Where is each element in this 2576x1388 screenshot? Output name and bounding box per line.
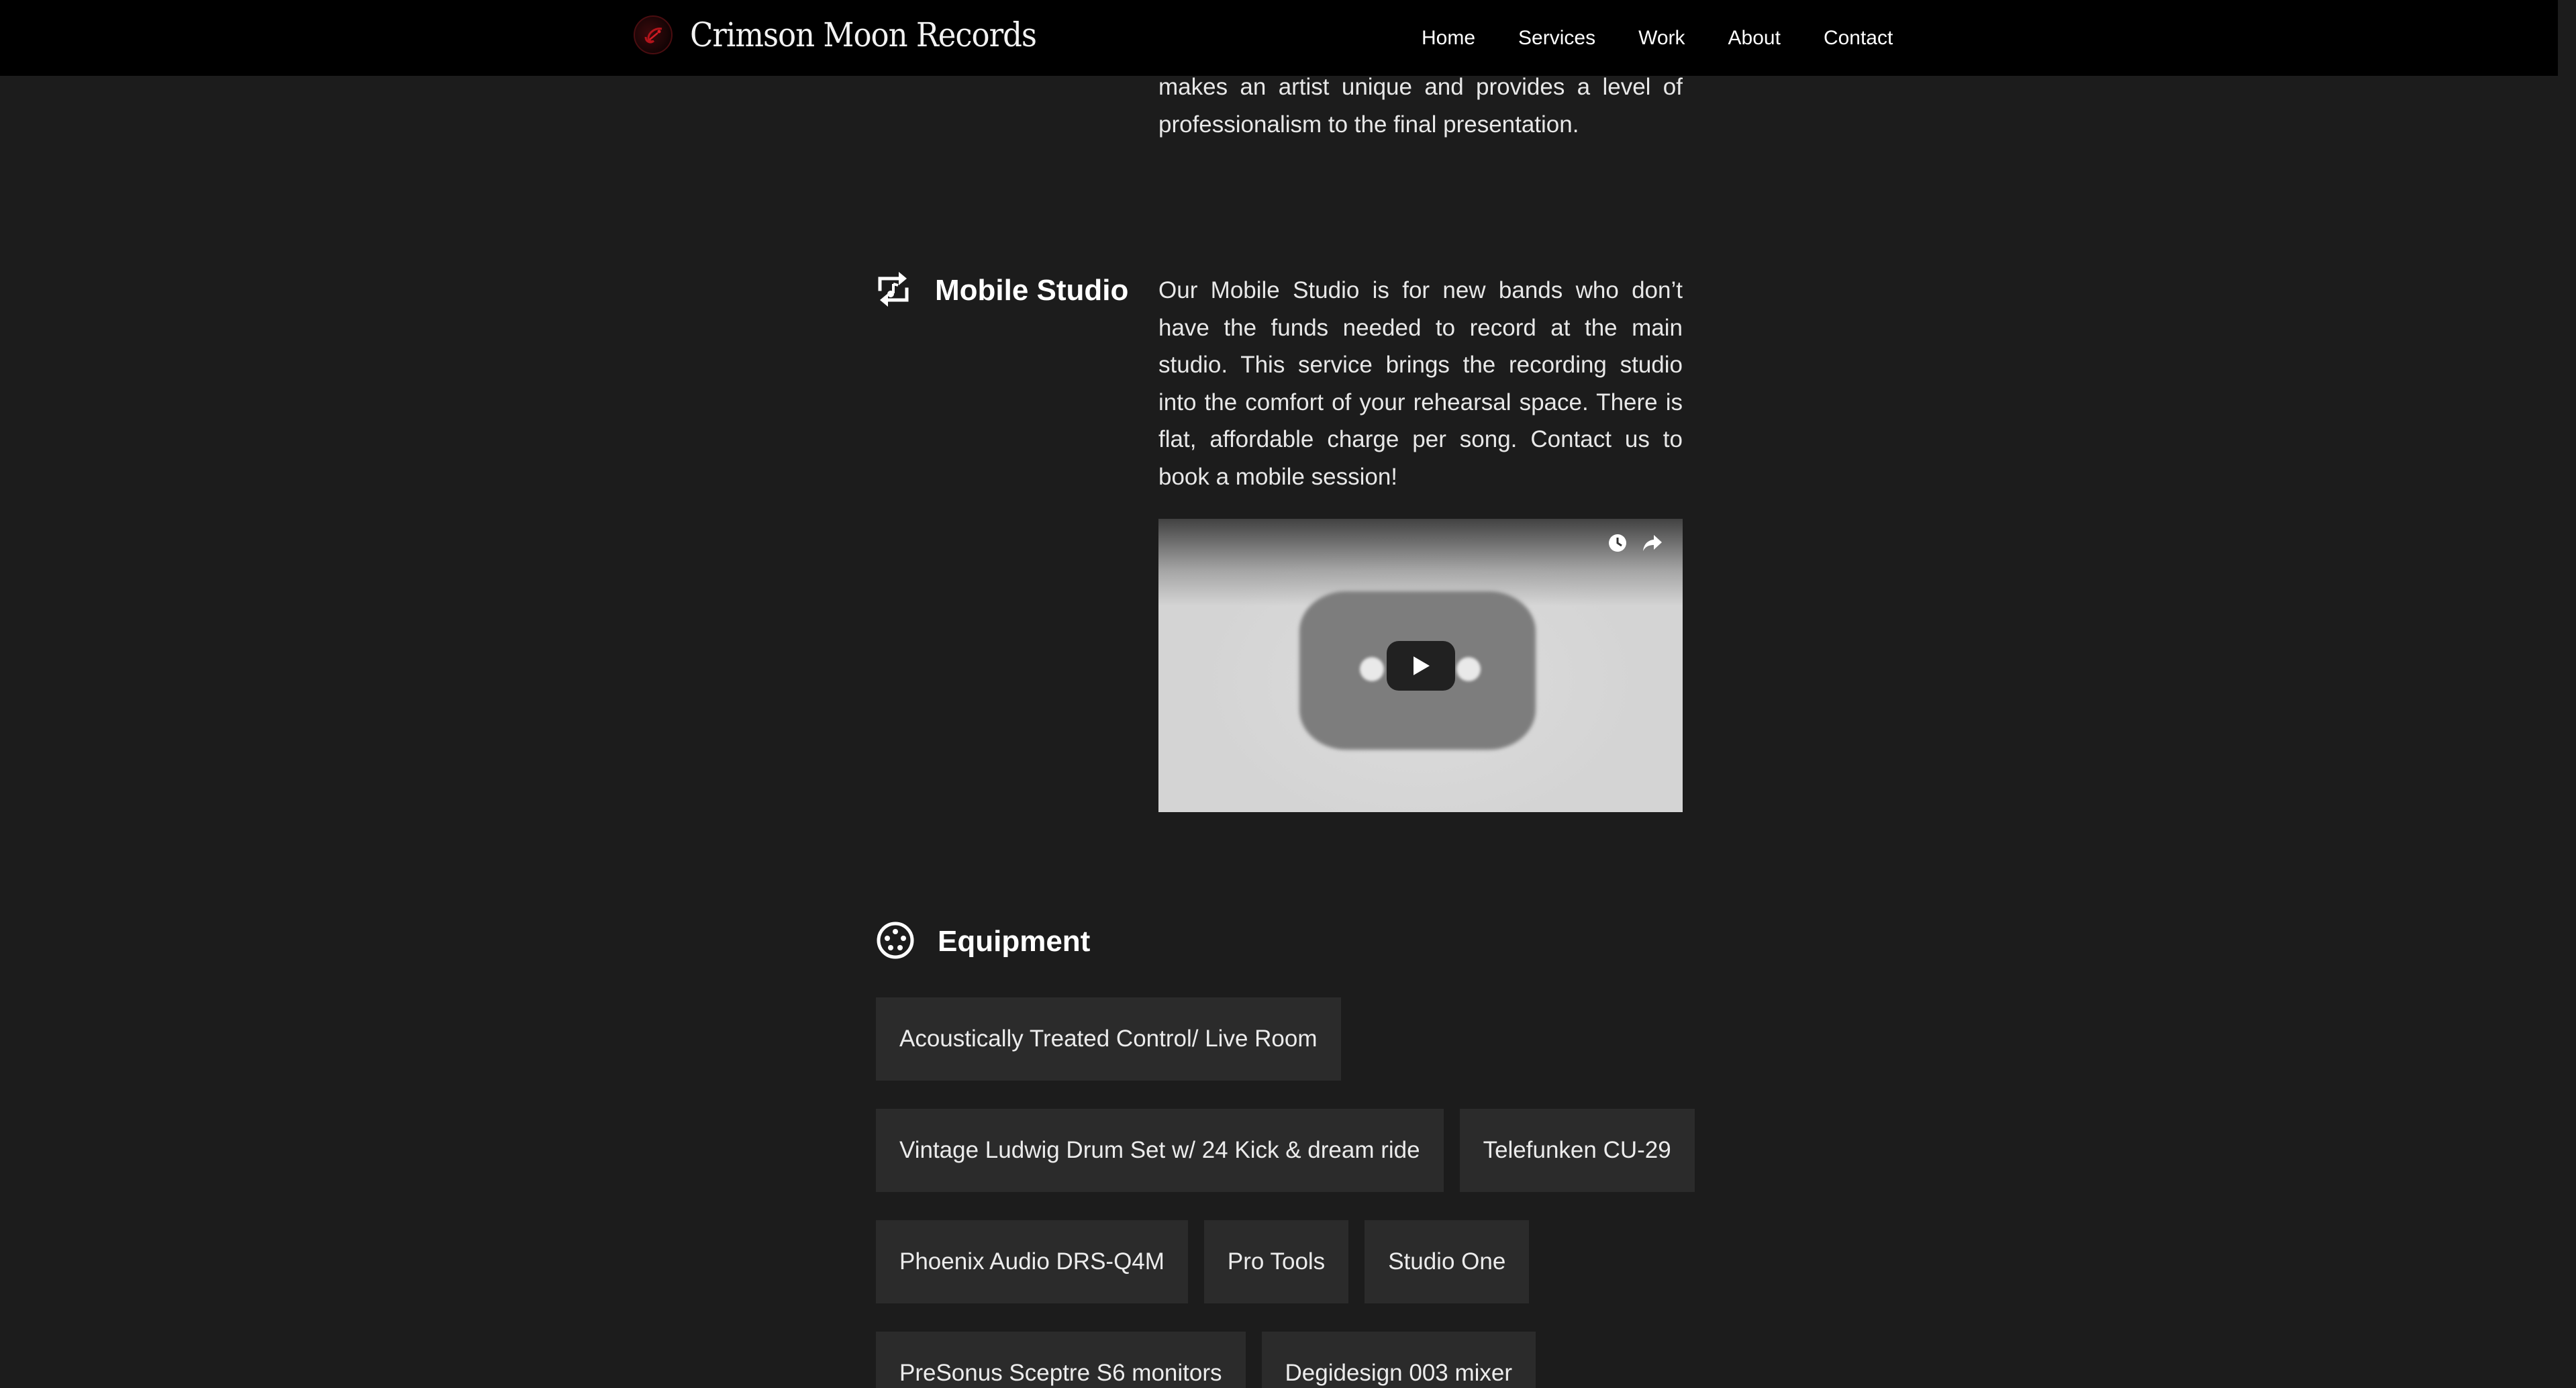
mobile-studio-title: Mobile Studio xyxy=(935,274,1129,307)
equipment-chip: Phoenix Audio DRS-Q4M xyxy=(876,1220,1188,1303)
equipment-row: Acoustically Treated Control/ Live Room xyxy=(876,997,1341,1081)
main-nav: Home Services Work About Contact xyxy=(1422,0,1893,76)
equipment-chip: Acoustically Treated Control/ Live Room xyxy=(876,997,1341,1081)
brand-home-link[interactable]: Crimson Moon Records xyxy=(634,13,1037,56)
nav-contact[interactable]: Contact xyxy=(1824,27,1893,50)
play-button[interactable] xyxy=(1387,641,1455,691)
xlr-connector-icon xyxy=(876,921,915,963)
recording-description-tail: makes an artist unique and provides a le… xyxy=(1158,74,1683,138)
watch-later-button[interactable] xyxy=(1604,530,1631,556)
page: makes an artist unique and provides a le… xyxy=(0,0,2576,1388)
scrollbar-gutter[interactable] xyxy=(2558,0,2576,1388)
equipment-row: Phoenix Audio DRS-Q4M Pro Tools Studio O… xyxy=(876,1220,1530,1303)
mobile-studio-video[interactable] xyxy=(1158,519,1683,812)
crimson-moon-logo-icon xyxy=(634,15,673,54)
share-icon xyxy=(1643,535,1662,551)
nav-services[interactable]: Services xyxy=(1518,27,1595,50)
equipment-chip: Degidesign 003 mixer xyxy=(1261,1332,1536,1388)
nav-work[interactable]: Work xyxy=(1638,27,1685,50)
equipment-chip: Vintage Ludwig Drum Set w/ 24 Kick & dre… xyxy=(876,1109,1444,1192)
mobile-studio-heading: Mobile Studio xyxy=(876,270,1128,311)
equipment-title: Equipment xyxy=(938,925,1091,958)
equipment-chip: Studio One xyxy=(1365,1220,1530,1303)
video-thumbnail-dot xyxy=(1360,657,1384,681)
mobile-studio-description: Our Mobile Studio is for new bands who d… xyxy=(1158,277,1683,490)
equipment-chip: PreSonus Sceptre S6 monitors xyxy=(876,1332,1246,1388)
share-button[interactable] xyxy=(1639,530,1666,556)
equipment-chip: Telefunken CU-29 xyxy=(1459,1109,1695,1192)
equipment-chip: Pro Tools xyxy=(1203,1220,1349,1303)
clock-icon xyxy=(1609,534,1626,552)
equipment-heading: Equipment xyxy=(876,921,1090,962)
equipment-row: Vintage Ludwig Drum Set w/ 24 Kick & dre… xyxy=(876,1109,1695,1192)
equipment-row: PreSonus Sceptre S6 monitors Degidesign … xyxy=(876,1332,1536,1388)
nav-home[interactable]: Home xyxy=(1422,27,1475,50)
video-thumbnail-dot xyxy=(1456,657,1481,681)
top-navbar: Crimson Moon Records Home Services Work … xyxy=(0,0,2558,76)
brand-name: Crimson Moon Records xyxy=(690,15,1037,54)
nav-about[interactable]: About xyxy=(1728,27,1781,50)
play-icon xyxy=(1414,656,1430,675)
repeat-music-icon xyxy=(876,269,911,313)
